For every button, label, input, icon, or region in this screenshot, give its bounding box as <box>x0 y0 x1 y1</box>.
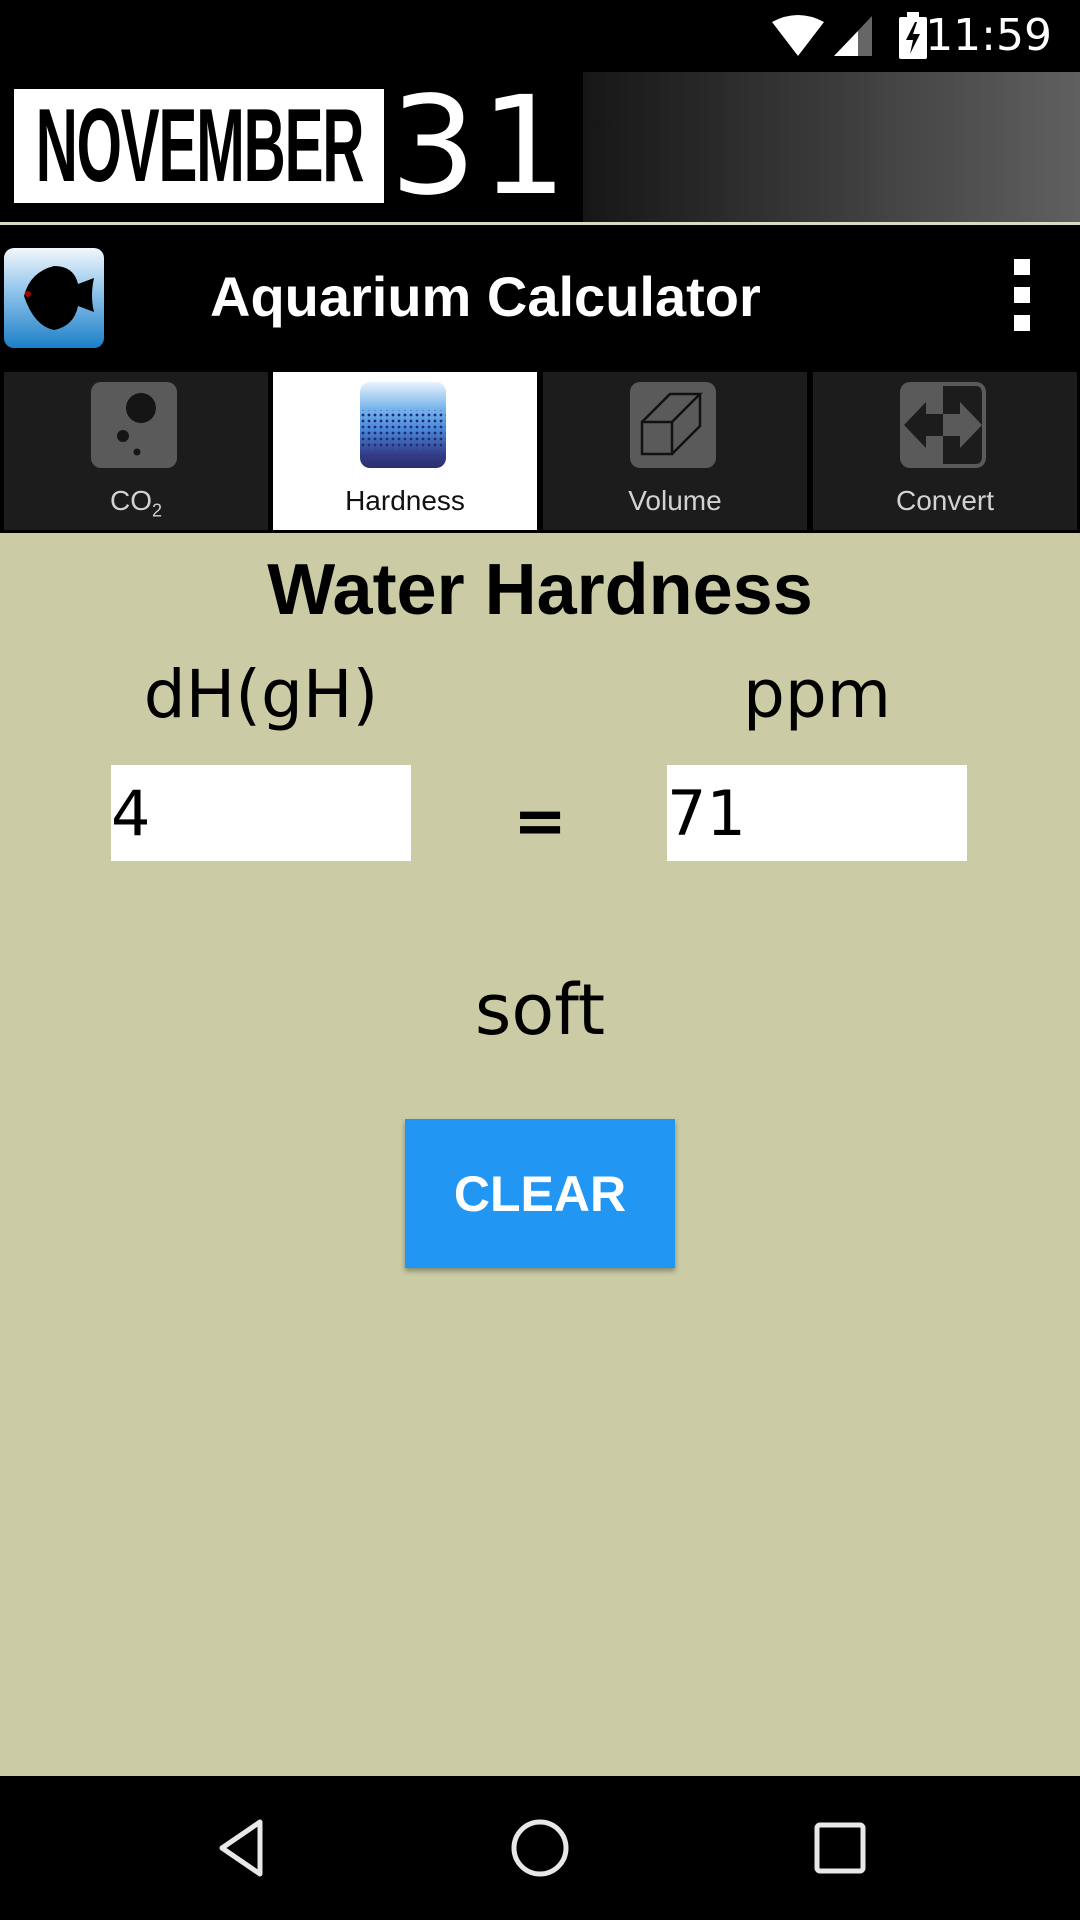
recents-button[interactable] <box>800 1812 880 1884</box>
tab-co2[interactable]: CO2 <box>4 372 268 530</box>
tab-co2-label: CO2 <box>109 485 162 521</box>
home-button[interactable] <box>500 1812 580 1884</box>
dh-label: dH(gH) <box>143 656 379 733</box>
logo-number: 31 <box>390 68 572 226</box>
dh-input[interactable] <box>111 765 411 861</box>
home-icon <box>511 1819 569 1877</box>
banner-gradient <box>583 72 1080 222</box>
status-time: 11:59 <box>925 10 1052 61</box>
tab-hardness-label: Hardness <box>345 485 465 516</box>
back-icon <box>219 1819 263 1877</box>
page-title: Water Hardness <box>267 550 813 630</box>
banner-ad[interactable]: NOVEMBER 31 <box>0 72 1080 222</box>
fish-app-icon[interactable] <box>4 248 104 348</box>
hardness-result: soft <box>474 969 606 1051</box>
tab-bar: CO2 Hardness Volume Convert <box>0 370 1080 533</box>
tab-hardness[interactable]: Hardness <box>273 372 537 530</box>
tab-volume[interactable]: Volume <box>543 372 807 530</box>
logo-word: NOVEMBER <box>35 88 364 204</box>
convert-arrows-icon <box>900 382 986 468</box>
wifi-icon <box>772 15 824 56</box>
battery-charging-icon <box>899 12 927 59</box>
app-title: Aquarium Calculator <box>210 265 761 328</box>
app-bar: Aquarium Calculator <box>0 225 1080 370</box>
equals-sign: = <box>513 785 567 859</box>
logo-word-box: NOVEMBER <box>12 87 386 205</box>
signal-icon <box>834 16 872 56</box>
cube-icon <box>630 382 716 468</box>
overflow-menu-icon[interactable] <box>1004 259 1048 335</box>
recents-icon <box>814 1822 866 1874</box>
tab-convert-label: Convert <box>895 485 995 516</box>
clear-button[interactable]: CLEAR <box>405 1119 675 1268</box>
navigation-bar <box>0 1776 1080 1920</box>
co2-bubbles-icon <box>91 382 177 468</box>
tab-convert[interactable]: Convert <box>813 372 1077 530</box>
ppm-input[interactable] <box>667 765 967 861</box>
status-bar: 11:59 <box>0 0 1080 72</box>
water-hardness-icon <box>360 382 446 468</box>
tab-volume-label: Volume <box>628 485 722 516</box>
back-button[interactable] <box>200 1812 280 1884</box>
ppm-label: ppm <box>742 656 892 733</box>
